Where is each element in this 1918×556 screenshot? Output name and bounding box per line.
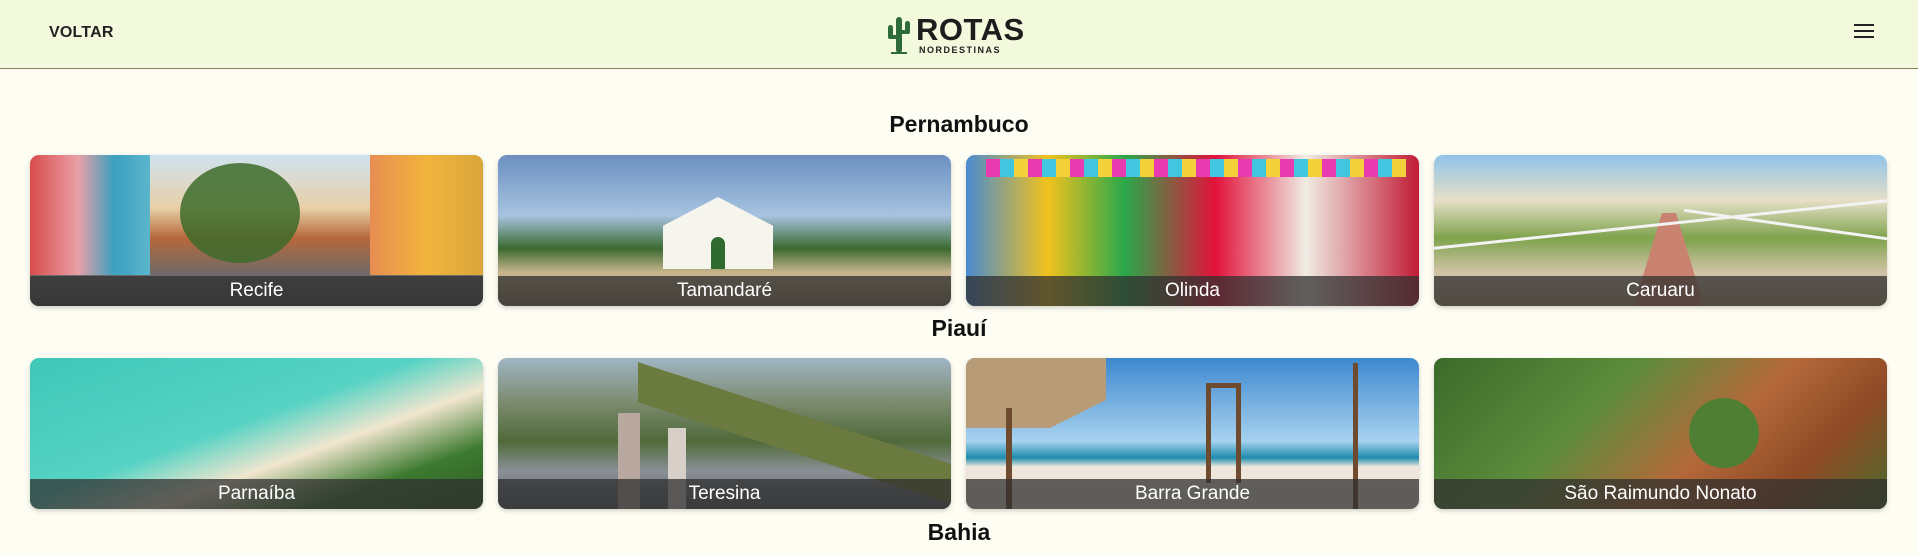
city-card-sao-raimundo-nonato[interactable]: São Raimundo Nonato — [1434, 358, 1887, 509]
cactus-icon — [888, 17, 910, 54]
city-card-parnaiba[interactable]: Parnaíba — [30, 358, 483, 509]
city-card-caruaru[interactable]: Caruaru — [1434, 155, 1887, 306]
hamburger-menu-icon[interactable] — [1854, 20, 1874, 44]
city-card-recife[interactable]: Recife — [30, 155, 483, 306]
logo-subtitle: NORDESTINAS — [919, 44, 1002, 55]
top-navigation-bar: VOLTAR ROTAS NORDESTINAS — [0, 0, 1918, 69]
city-card-teresina[interactable]: Teresina — [498, 358, 951, 509]
site-logo[interactable]: ROTAS NORDESTINAS — [885, 13, 1025, 55]
city-card-tamandare[interactable]: Tamandaré — [498, 155, 951, 306]
city-name: São Raimundo Nonato — [1434, 479, 1887, 509]
city-row-pernambuco: Recife Tamandaré Olinda Caruaru — [30, 155, 1887, 306]
city-name: Caruaru — [1434, 276, 1887, 306]
city-name: Parnaíba — [30, 479, 483, 509]
section-title-piaui: Piauí — [931, 315, 987, 341]
logo-title: ROTAS — [916, 11, 1025, 47]
city-name: Olinda — [966, 276, 1419, 306]
city-card-olinda[interactable]: Olinda — [966, 155, 1419, 306]
city-name: Barra Grande — [966, 479, 1419, 509]
city-name: Teresina — [498, 479, 951, 509]
city-name: Tamandaré — [498, 276, 951, 306]
city-name: Recife — [30, 276, 483, 306]
section-title-bahia: Bahia — [927, 519, 991, 545]
city-card-barra-grande[interactable]: Barra Grande — [966, 358, 1419, 509]
section-title-pernambuco: Pernambuco — [889, 111, 1029, 137]
back-button[interactable]: VOLTAR — [49, 24, 114, 42]
city-row-piaui: Parnaíba Teresina Barra Grande São Raimu… — [30, 358, 1887, 509]
